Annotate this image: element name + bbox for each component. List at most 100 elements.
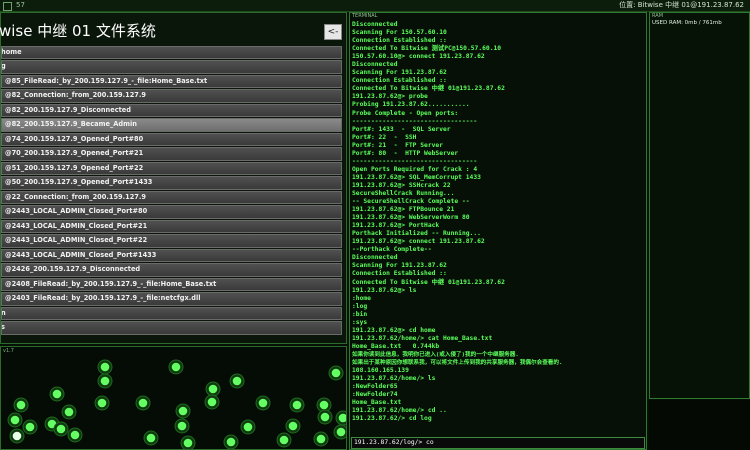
terminal-line: --------------------------------- [352, 117, 478, 125]
file-row-label: n [1, 308, 6, 317]
ram-panel: RAM USED RAM: 0mb / 761mb [649, 12, 750, 399]
file-row[interactable]: @2443_LOCAL_ADMIN_Closed_Port#1433 [1, 248, 342, 263]
network-node[interactable] [243, 422, 253, 432]
network-node[interactable] [288, 421, 298, 431]
terminal-line: :bin [352, 310, 368, 318]
terminal-line: 191.23.87.62/> cd log [352, 415, 432, 423]
network-node[interactable] [208, 384, 218, 394]
terminal-line: 191.23.87.62@> PortHack [352, 222, 440, 230]
network-map [7, 359, 347, 449]
network-node[interactable] [12, 431, 22, 441]
file-row[interactable]: @2403_FileRead:_by_200.159.127.9_-_file:… [1, 292, 342, 306]
network-node[interactable] [232, 376, 242, 386]
file-row-label: @2403_FileRead:_by_200.159.127.9_-_file:… [5, 294, 201, 303]
network-node[interactable] [226, 437, 236, 447]
file-row-label: @2443_LOCAL_ADMIN_Closed_Port#21 [5, 221, 148, 230]
network-node[interactable] [320, 412, 330, 422]
terminal-line: 191.23.87.62@> FTPBounce 21 [352, 206, 455, 214]
network-node[interactable] [338, 413, 347, 423]
network-node[interactable] [52, 389, 62, 399]
network-node[interactable] [70, 430, 80, 440]
file-row[interactable]: @74_200.159.127.9_Opened_Port#80 [1, 132, 342, 147]
file-row[interactable]: @82_Connection:_from_200.159.127.9 [1, 89, 342, 103]
network-node[interactable] [178, 406, 188, 416]
file-row[interactable]: @22_Connection:_from_200.159.127.9 [1, 190, 342, 205]
terminal-line: Connection Established :: [352, 270, 447, 278]
terminal-line: 191.23.87.62@> SSHcrack 22 [352, 181, 451, 189]
terminal-line: Port#: 21 - FTP Server [352, 141, 443, 149]
terminal-line: 191.23.87.62@> ls [352, 286, 417, 294]
terminal-line: Open Ports Required for Crack : 4 [352, 165, 478, 173]
network-node[interactable] [100, 376, 110, 386]
terminal-line: 191.23.87.62@> WebServerWorm 80 [352, 214, 470, 222]
file-row[interactable]: @82_200.159.127.9_Became_Admin [1, 118, 342, 132]
network-node[interactable] [336, 427, 346, 437]
file-row-label: @82_Connection:_from_200.159.127.9 [5, 91, 146, 100]
file-row[interactable]: @51_200.159.127.9_Opened_Port#22 [1, 161, 342, 176]
network-node[interactable] [207, 397, 217, 407]
file-row[interactable]: @50_200.159.127.9_Opened_Port#1433 [1, 176, 342, 190]
terminal-line: Home_Base.txt 0.744kb [352, 342, 440, 350]
network-node[interactable] [171, 362, 181, 372]
file-row-label: @82_200.159.127.9_Became_Admin [5, 120, 137, 129]
file-row[interactable]: s [1, 321, 342, 335]
terminal-line: Connected To Bitwise 测试PC@150.57.60.10 [352, 45, 502, 53]
network-node[interactable] [10, 415, 20, 425]
terminal-line: -- SecureShellCrack Complete -- [352, 198, 470, 206]
terminal-input[interactable]: 191.23.87.62/log/> co [351, 437, 645, 449]
network-node[interactable] [100, 362, 110, 372]
file-row-label: @2443_LOCAL_ADMIN_Closed_Port#22 [5, 236, 148, 245]
network-node[interactable] [279, 435, 289, 445]
network-node[interactable] [319, 400, 329, 410]
terminal-line: 191.23.87.62/home/> ls [352, 375, 436, 383]
network-node[interactable] [64, 407, 74, 417]
file-row[interactable]: @70_200.159.127.9_Opened_Port#21 [1, 147, 342, 161]
file-row-label: @2426_200.159.127.9_Disconnected [5, 265, 141, 274]
terminal-line: :NewFolder74 [352, 391, 398, 399]
file-row[interactable]: @82_200.159.127.9_Disconnected [1, 103, 342, 118]
network-node[interactable] [138, 398, 148, 408]
network-node[interactable] [292, 400, 302, 410]
back-button[interactable]: <- [324, 24, 342, 40]
file-row[interactable]: home [1, 46, 342, 60]
title-bar: 57 位置: Bitwise 中继 01@191.23.87.62 [0, 0, 750, 12]
terminal-line: Porthack Initialized -- Running... [352, 230, 481, 238]
terminal-line: Port#: 1433 - SQL Server [352, 125, 451, 133]
title-left-text: 57 [16, 1, 25, 9]
file-row[interactable]: @2443_LOCAL_ADMIN_Closed_Port#21 [1, 219, 342, 234]
background-area [649, 400, 750, 450]
file-row-label: @2443_LOCAL_ADMIN_Closed_Port#80 [5, 207, 148, 216]
terminal-line: 如果你读到此信息，我明你已进入(或入侵了)我的一个中继服务器. [352, 351, 519, 358]
file-row[interactable]: n [1, 306, 342, 321]
network-node[interactable] [146, 433, 156, 443]
network-node[interactable] [177, 421, 187, 431]
network-node[interactable] [183, 438, 193, 448]
network-node[interactable] [97, 398, 107, 408]
file-row[interactable]: @2443_LOCAL_ADMIN_Closed_Port#22 [1, 234, 342, 248]
terminal-line: 191.23.87.62@> cd home [352, 326, 436, 334]
terminal-line: Port#: 22 - SSH [352, 133, 417, 141]
app-icon [3, 2, 12, 11]
terminal-line: Probe Complete - Open ports: [352, 109, 459, 117]
file-row[interactable]: @2426_200.159.127.9_Disconnected [1, 263, 342, 277]
network-node[interactable] [316, 434, 326, 444]
terminal-line: --------------------------------- [352, 157, 478, 165]
network-node[interactable] [25, 422, 35, 432]
terminal-line: Scanning For 150.57.60.10 [352, 29, 447, 37]
network-node[interactable] [258, 398, 268, 408]
file-row-label: g [1, 62, 6, 71]
terminal-line: 191.23.87.62@> SQL_MemCorrupt 1433 [352, 173, 481, 181]
network-node[interactable] [16, 400, 26, 410]
file-row[interactable]: g [1, 60, 342, 74]
ram-header: RAM [652, 13, 664, 19]
network-node[interactable] [331, 368, 341, 378]
terminal-line: :home [352, 294, 371, 302]
file-row[interactable]: @2408_FileRead:_by_200.159.127.9_-_file:… [1, 277, 342, 292]
file-row-label: @74_200.159.127.9_Opened_Port#80 [5, 134, 144, 143]
terminal-output: Disconnected Scanning For 150.57.60.10 Con… [352, 21, 644, 423]
terminal-line: Home_Base.txt [352, 399, 402, 407]
file-row[interactable]: @2443_LOCAL_ADMIN_Closed_Port#80 [1, 205, 342, 219]
network-node[interactable] [56, 424, 66, 434]
file-row[interactable]: @85_FileRead:_by_200.159.127.9_-_file:Ho… [1, 74, 342, 89]
file-row-label: home [1, 48, 22, 56]
